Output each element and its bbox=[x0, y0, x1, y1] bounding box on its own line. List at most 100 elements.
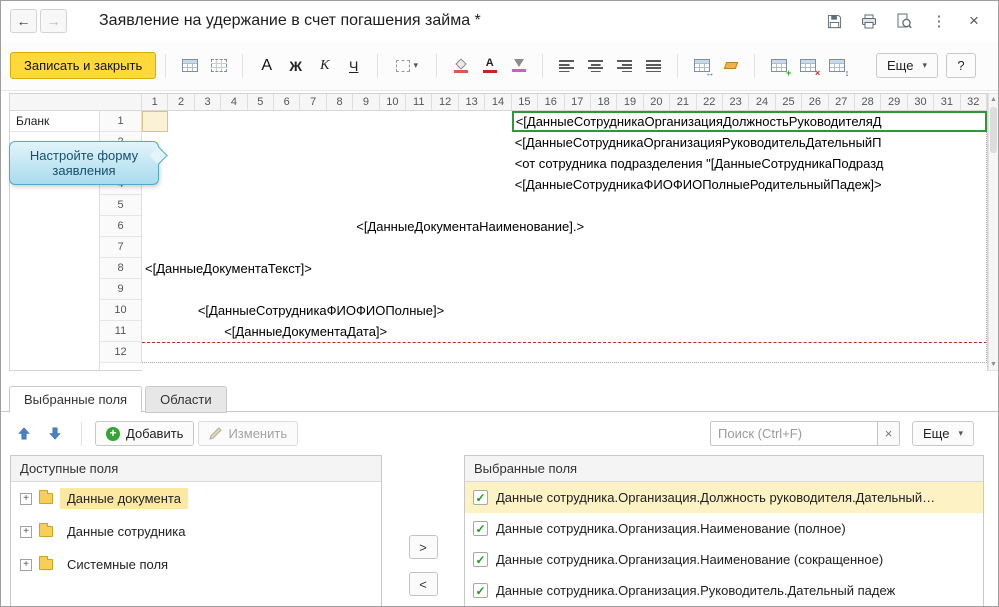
section-label[interactable]: Бланк bbox=[10, 111, 99, 132]
align-center-icon[interactable] bbox=[582, 53, 609, 79]
row-header[interactable]: 7 bbox=[100, 237, 142, 258]
toolbar-more-button[interactable]: Еще▾ bbox=[876, 53, 938, 78]
grid-body[interactable]: <[ДанныеСотрудникаОрганизацияДолжностьРу… bbox=[142, 111, 987, 371]
cell-text[interactable]: <[ДанныеДокументаТекст]> bbox=[145, 258, 312, 279]
column-header[interactable]: 28 bbox=[855, 94, 881, 111]
tree-item[interactable]: +Системные поля bbox=[11, 548, 381, 581]
borders-icon[interactable]: ▾ bbox=[388, 53, 426, 79]
cell-text[interactable]: <[ДанныеСотрудникаФИОФИОПолныеРодительны… bbox=[515, 174, 882, 195]
column-header[interactable]: 17 bbox=[565, 94, 591, 111]
close-icon[interactable]: × bbox=[964, 11, 984, 31]
back-button[interactable]: ← bbox=[10, 9, 37, 33]
checkbox[interactable]: ✓ bbox=[473, 521, 488, 536]
sheet-vertical-scrollbar[interactable]: ▲ ▼ bbox=[988, 93, 999, 371]
underline-icon[interactable]: Ч bbox=[340, 53, 367, 79]
expand-icon[interactable]: + bbox=[20, 493, 32, 505]
scroll-down-icon[interactable]: ▼ bbox=[990, 359, 997, 370]
move-left-button[interactable]: < bbox=[409, 572, 438, 596]
tree-item[interactable]: +Данные документа bbox=[11, 482, 381, 515]
column-header[interactable]: 25 bbox=[776, 94, 802, 111]
show-grid-icon[interactable] bbox=[205, 53, 232, 79]
column-header[interactable]: 19 bbox=[617, 94, 643, 111]
edit-button[interactable]: Изменить bbox=[198, 421, 298, 446]
eraser-icon[interactable] bbox=[717, 53, 744, 79]
expand-icon[interactable]: + bbox=[20, 526, 32, 538]
checkbox[interactable]: ✓ bbox=[473, 583, 488, 598]
column-header[interactable]: 27 bbox=[829, 94, 855, 111]
cell-text[interactable]: <от сотрудника подразделения "[ДанныеСот… bbox=[515, 153, 884, 174]
column-header[interactable]: 16 bbox=[538, 94, 564, 111]
active-cell[interactable] bbox=[142, 111, 168, 132]
print-icon[interactable] bbox=[859, 11, 879, 31]
column-header[interactable]: 6 bbox=[274, 94, 300, 111]
column-header[interactable]: 32 bbox=[961, 94, 987, 111]
panel-more-button[interactable]: Еще▾ bbox=[912, 421, 974, 446]
align-left-icon[interactable] bbox=[553, 53, 580, 79]
sheet-corner[interactable] bbox=[10, 94, 142, 111]
preview-icon[interactable] bbox=[894, 11, 914, 31]
column-header[interactable]: 14 bbox=[485, 94, 511, 111]
scroll-up-icon[interactable]: ▲ bbox=[990, 94, 997, 105]
font-icon[interactable]: А bbox=[253, 53, 280, 79]
checkbox[interactable]: ✓ bbox=[473, 552, 488, 567]
cell-text[interactable]: <[ДанныеДокументаНаименование].> bbox=[356, 216, 584, 237]
row-header[interactable]: 5 bbox=[100, 195, 142, 216]
move-right-button[interactable]: > bbox=[409, 535, 438, 559]
row-header[interactable]: 1 bbox=[100, 111, 142, 132]
merge-cells-icon[interactable]: ↔ bbox=[688, 53, 715, 79]
forward-button[interactable]: → bbox=[40, 9, 67, 33]
tab-areas[interactable]: Области bbox=[145, 386, 227, 413]
move-cells-icon[interactable]: ↕ bbox=[823, 53, 850, 79]
column-header[interactable]: 29 bbox=[881, 94, 907, 111]
cell-text[interactable]: <[ДанныеСотрудникаФИОФИОПолные]> bbox=[198, 300, 444, 321]
row-header[interactable]: 11 bbox=[100, 321, 142, 342]
selected-field-row[interactable]: ✓Данные сотрудника.Организация.Наименова… bbox=[465, 513, 983, 544]
column-header[interactable]: 23 bbox=[723, 94, 749, 111]
column-header[interactable]: 15 bbox=[512, 94, 538, 111]
cell-text[interactable]: <[ДанныеДокументаДата]> bbox=[224, 321, 387, 342]
column-header[interactable]: 2 bbox=[168, 94, 194, 111]
column-header[interactable]: 30 bbox=[908, 94, 934, 111]
row-header[interactable]: 8 bbox=[100, 258, 142, 279]
checkbox[interactable]: ✓ bbox=[473, 490, 488, 505]
scrollbar-thumb[interactable] bbox=[990, 107, 997, 153]
column-header[interactable]: 22 bbox=[697, 94, 723, 111]
column-header[interactable]: 18 bbox=[591, 94, 617, 111]
kebab-menu-icon[interactable]: ⋮ bbox=[929, 11, 949, 31]
font-color-icon[interactable]: А bbox=[476, 53, 503, 79]
row-header[interactable]: 6 bbox=[100, 216, 142, 237]
help-button[interactable]: ? bbox=[946, 53, 976, 78]
search-input[interactable] bbox=[710, 421, 878, 446]
row-header[interactable]: 9 bbox=[100, 279, 142, 300]
column-header[interactable]: 21 bbox=[670, 94, 696, 111]
column-header[interactable]: 7 bbox=[300, 94, 326, 111]
move-down-button[interactable] bbox=[41, 421, 68, 446]
selected-field-row[interactable]: ✓Данные сотрудника.Организация.Должность… bbox=[465, 482, 983, 513]
expand-icon[interactable]: + bbox=[20, 559, 32, 571]
column-header[interactable]: 20 bbox=[644, 94, 670, 111]
selected-cell[interactable]: <[ДанныеСотрудникаОрганизацияДолжностьРу… bbox=[512, 111, 987, 132]
column-header[interactable]: 13 bbox=[459, 94, 485, 111]
align-justify-icon[interactable] bbox=[640, 53, 667, 79]
add-button[interactable]: + Добавить bbox=[95, 421, 194, 446]
column-header[interactable]: 5 bbox=[248, 94, 274, 111]
column-header[interactable]: 9 bbox=[353, 94, 379, 111]
column-header[interactable]: 26 bbox=[802, 94, 828, 111]
save-icon[interactable] bbox=[824, 11, 844, 31]
align-right-icon[interactable] bbox=[611, 53, 638, 79]
tab-selected-fields[interactable]: Выбранные поля bbox=[9, 386, 142, 413]
row-header[interactable]: 12 bbox=[100, 342, 142, 363]
fill-color-icon[interactable] bbox=[447, 53, 474, 79]
column-header[interactable]: 12 bbox=[432, 94, 458, 111]
column-header[interactable]: 4 bbox=[221, 94, 247, 111]
show-headers-icon[interactable] bbox=[176, 53, 203, 79]
cell-text[interactable]: <[ДанныеСотрудникаОрганизацияРуководител… bbox=[515, 132, 882, 153]
search-clear-icon[interactable]: × bbox=[878, 421, 900, 446]
column-header[interactable]: 1 bbox=[142, 94, 168, 111]
column-header[interactable]: 11 bbox=[406, 94, 432, 111]
column-header[interactable]: 10 bbox=[380, 94, 406, 111]
save-and-close-button[interactable]: Записать и закрыть bbox=[10, 52, 156, 79]
row-header[interactable]: 10 bbox=[100, 300, 142, 321]
selected-field-row[interactable]: ✓Данные сотрудника.Организация.Наименова… bbox=[465, 544, 983, 575]
selected-field-row[interactable]: ✓Данные сотрудника.Организация.Руководит… bbox=[465, 575, 983, 606]
